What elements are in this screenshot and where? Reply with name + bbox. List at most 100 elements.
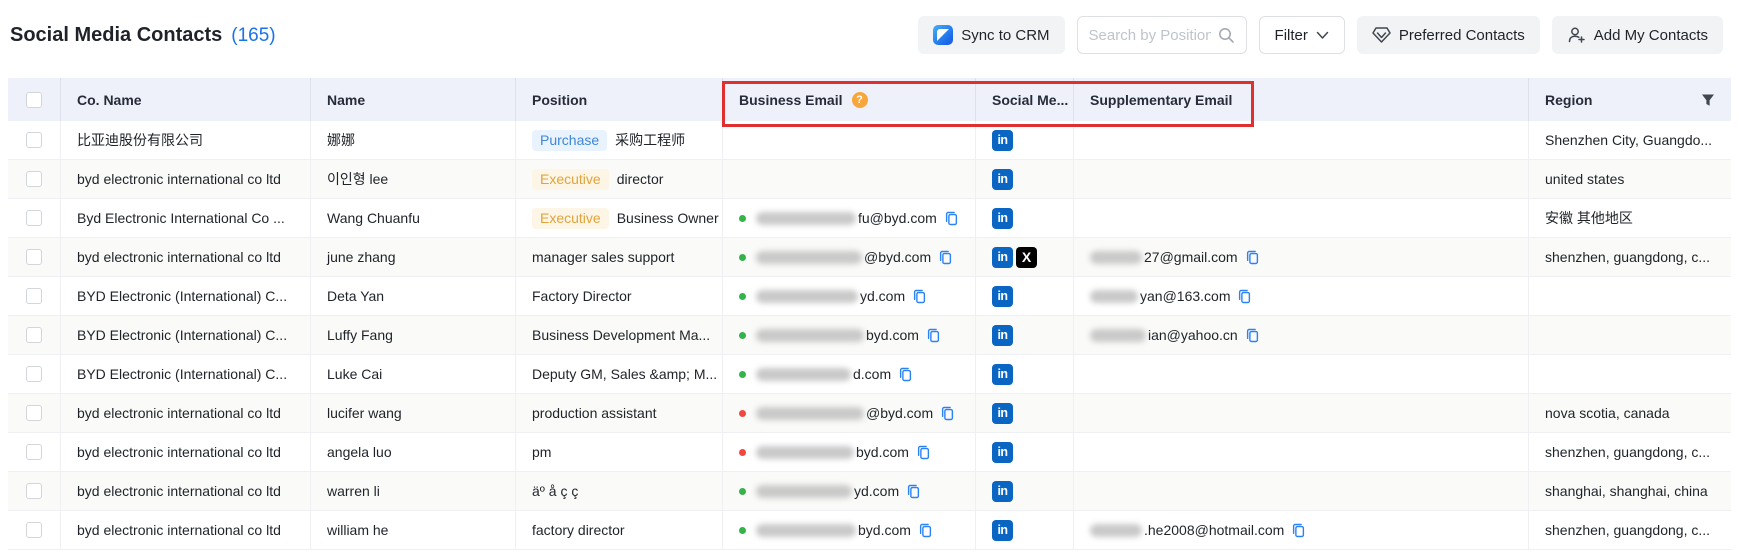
business-email-text: @byd.com	[864, 249, 931, 265]
position-text: manager sales support	[532, 249, 674, 265]
linkedin-icon[interactable]: in	[992, 520, 1013, 541]
copy-icon[interactable]	[906, 484, 921, 499]
region-cell: shanghai, shanghai, china	[1528, 472, 1731, 510]
copy-icon[interactable]	[940, 406, 955, 421]
row-checkbox[interactable]	[26, 444, 42, 460]
search-icon	[1217, 26, 1235, 44]
contacts-table: Co. Name Name Position Business Email ? …	[8, 78, 1731, 550]
supplementary-email-text: 27@gmail.com	[1144, 249, 1238, 265]
email-status-dot	[739, 371, 746, 378]
table-body: 比亚迪股份有限公司娜娜Purchase采购工程师inShenzhen City,…	[8, 121, 1731, 550]
linkedin-icon[interactable]: in	[992, 442, 1013, 463]
contact-name: Deta Yan	[327, 288, 384, 304]
copy-icon[interactable]	[1245, 328, 1260, 343]
company-cell: BYD Electronic (International) C...	[60, 355, 310, 393]
company-name: BYD Electronic (International) C...	[77, 327, 287, 343]
row-checkbox[interactable]	[26, 366, 42, 382]
copy-icon[interactable]	[918, 523, 933, 538]
name-cell: 이인형 lee	[310, 160, 515, 198]
row-checkbox[interactable]	[26, 171, 42, 187]
name-cell: angela luo	[310, 433, 515, 471]
linkedin-icon[interactable]: in	[992, 247, 1013, 268]
header-name: Name	[310, 78, 515, 121]
business-email-cell: yd.com	[722, 472, 975, 510]
funnel-filter-icon[interactable]	[1701, 93, 1715, 107]
linkedin-icon[interactable]: in	[992, 364, 1013, 385]
email-status-dot	[739, 488, 746, 495]
linkedin-icon[interactable]: in	[992, 481, 1013, 502]
social-media-cell: in	[975, 472, 1073, 510]
copy-icon[interactable]	[1237, 289, 1252, 304]
position-cell: factory director	[515, 511, 722, 549]
contact-name: june zhang	[327, 249, 396, 265]
position-text: pm	[532, 444, 551, 460]
redacted-email	[756, 212, 856, 225]
linkedin-icon[interactable]: in	[992, 130, 1013, 151]
business-email-text: yd.com	[860, 288, 905, 304]
region-text: shenzhen, guangdong, c...	[1545, 249, 1710, 265]
sync-to-crm-button[interactable]: Sync to CRM	[918, 16, 1064, 54]
business-email-cell: @byd.com	[722, 238, 975, 276]
business-email-text: d.com	[853, 366, 891, 382]
linkedin-icon[interactable]: in	[992, 325, 1013, 346]
linkedin-icon[interactable]: in	[992, 286, 1013, 307]
header-region: Region	[1528, 78, 1731, 121]
copy-icon[interactable]	[944, 211, 959, 226]
contact-name: Luke Cai	[327, 366, 382, 382]
add-my-contacts-button[interactable]: Add My Contacts	[1552, 16, 1723, 54]
social-media-cell: in	[975, 394, 1073, 432]
region-text: shanghai, shanghai, china	[1545, 483, 1708, 499]
row-checkbox[interactable]	[26, 288, 42, 304]
row-checkbox[interactable]	[26, 483, 42, 499]
name-cell: Deta Yan	[310, 277, 515, 315]
row-checkbox-cell	[8, 472, 60, 510]
row-checkbox[interactable]	[26, 132, 42, 148]
row-checkbox-cell	[8, 277, 60, 315]
header-social-media: Social Me...	[975, 78, 1073, 121]
business-email-cell: @byd.com	[722, 394, 975, 432]
filter-button[interactable]: Filter	[1259, 16, 1345, 54]
email-status-dot	[739, 215, 746, 222]
name-cell: william he	[310, 511, 515, 549]
table-row: BYD Electronic (International) C... Luke …	[8, 355, 1731, 394]
contact-name: 娜娜	[327, 130, 355, 150]
company-cell: 比亚迪股份有限公司	[60, 121, 310, 159]
row-checkbox[interactable]	[26, 405, 42, 421]
copy-icon[interactable]	[1291, 523, 1306, 538]
table-row: byd electronic international co ltdwarre…	[8, 472, 1731, 511]
linkedin-icon[interactable]: in	[992, 169, 1013, 190]
company-name: BYD Electronic (International) C...	[77, 366, 287, 382]
position-tag: Executive	[532, 169, 609, 190]
row-checkbox[interactable]	[26, 249, 42, 265]
social-media-cell: in	[975, 277, 1073, 315]
preferred-contacts-button[interactable]: Preferred Contacts	[1357, 16, 1540, 54]
email-status-dot	[739, 449, 746, 456]
contacts-count: (165)	[231, 25, 275, 47]
company-name: byd electronic international co ltd	[77, 444, 281, 460]
linkedin-icon[interactable]: in	[992, 208, 1013, 229]
supplementary-email-text: .he2008@hotmail.com	[1144, 522, 1284, 538]
row-checkbox[interactable]	[26, 522, 42, 538]
business-email-text: yd.com	[854, 483, 899, 499]
copy-icon[interactable]	[1245, 250, 1260, 265]
copy-icon[interactable]	[912, 289, 927, 304]
select-all-checkbox[interactable]	[26, 92, 42, 108]
help-icon[interactable]: ?	[852, 92, 868, 108]
linkedin-icon[interactable]: in	[992, 403, 1013, 424]
gem-icon	[1372, 26, 1391, 44]
table-row: byd electronic international co ltdwilli…	[8, 511, 1731, 550]
copy-icon[interactable]	[898, 367, 913, 382]
copy-icon[interactable]	[938, 250, 953, 265]
company-name: byd electronic international co ltd	[77, 171, 281, 187]
company-cell: byd electronic international co ltd	[60, 394, 310, 432]
search-input[interactable]	[1089, 27, 1211, 44]
x-twitter-icon[interactable]: X	[1016, 247, 1037, 268]
search-box[interactable]	[1077, 16, 1247, 54]
row-checkbox[interactable]	[26, 327, 42, 343]
region-cell: nova scotia, canada	[1528, 394, 1731, 432]
business-email-cell	[722, 160, 975, 198]
copy-icon[interactable]	[916, 445, 931, 460]
row-checkbox[interactable]	[26, 210, 42, 226]
copy-icon[interactable]	[926, 328, 941, 343]
supplementary-email-text: ian@yahoo.cn	[1148, 327, 1238, 343]
